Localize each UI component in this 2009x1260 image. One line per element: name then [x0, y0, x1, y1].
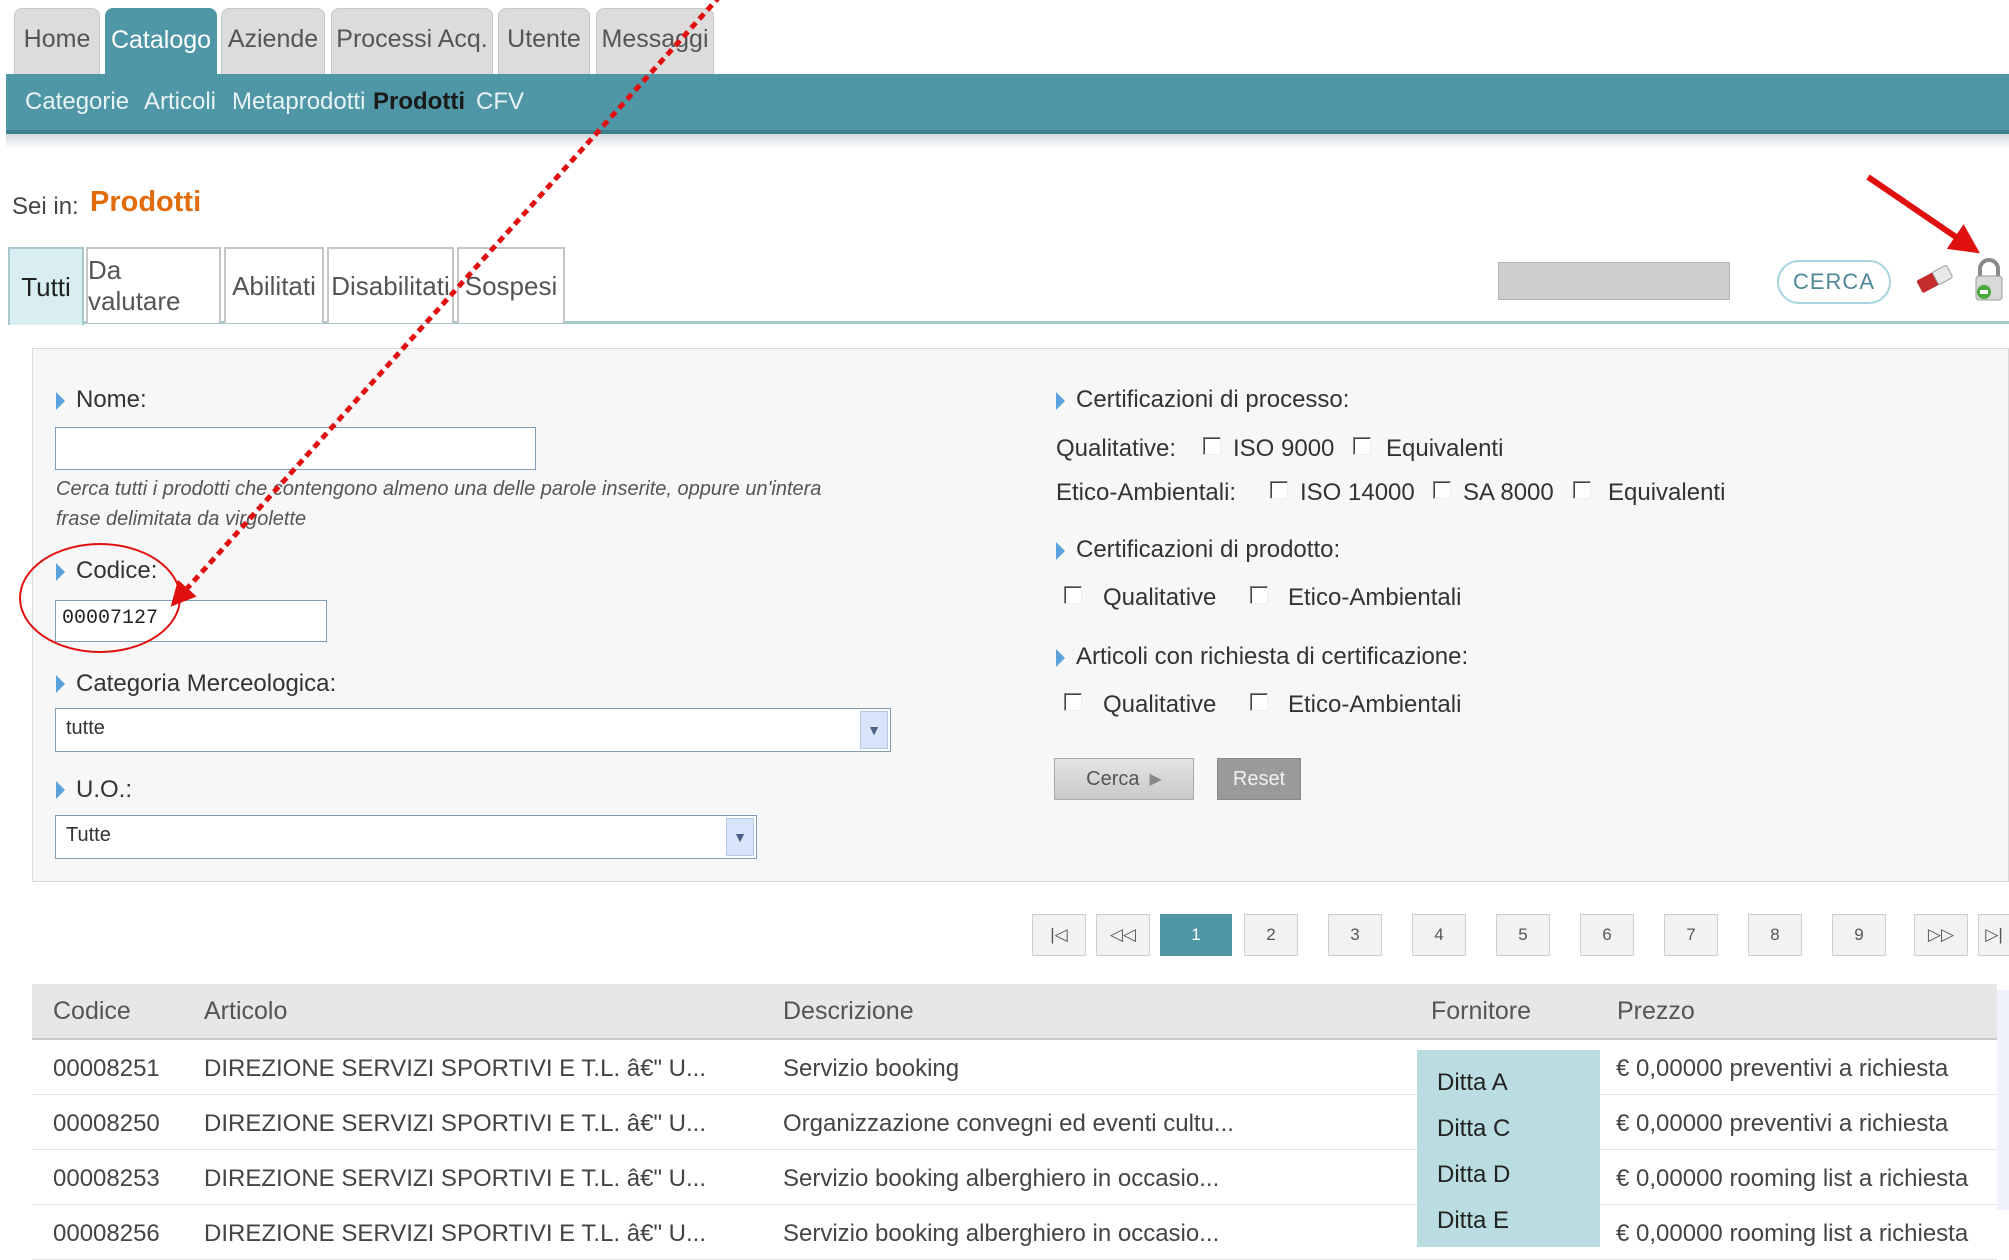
annotation-arrow [1866, 174, 1980, 254]
annotation-arrow [170, 0, 720, 607]
annotation-circle [19, 543, 181, 653]
annotation-overlay [19, 0, 1980, 653]
